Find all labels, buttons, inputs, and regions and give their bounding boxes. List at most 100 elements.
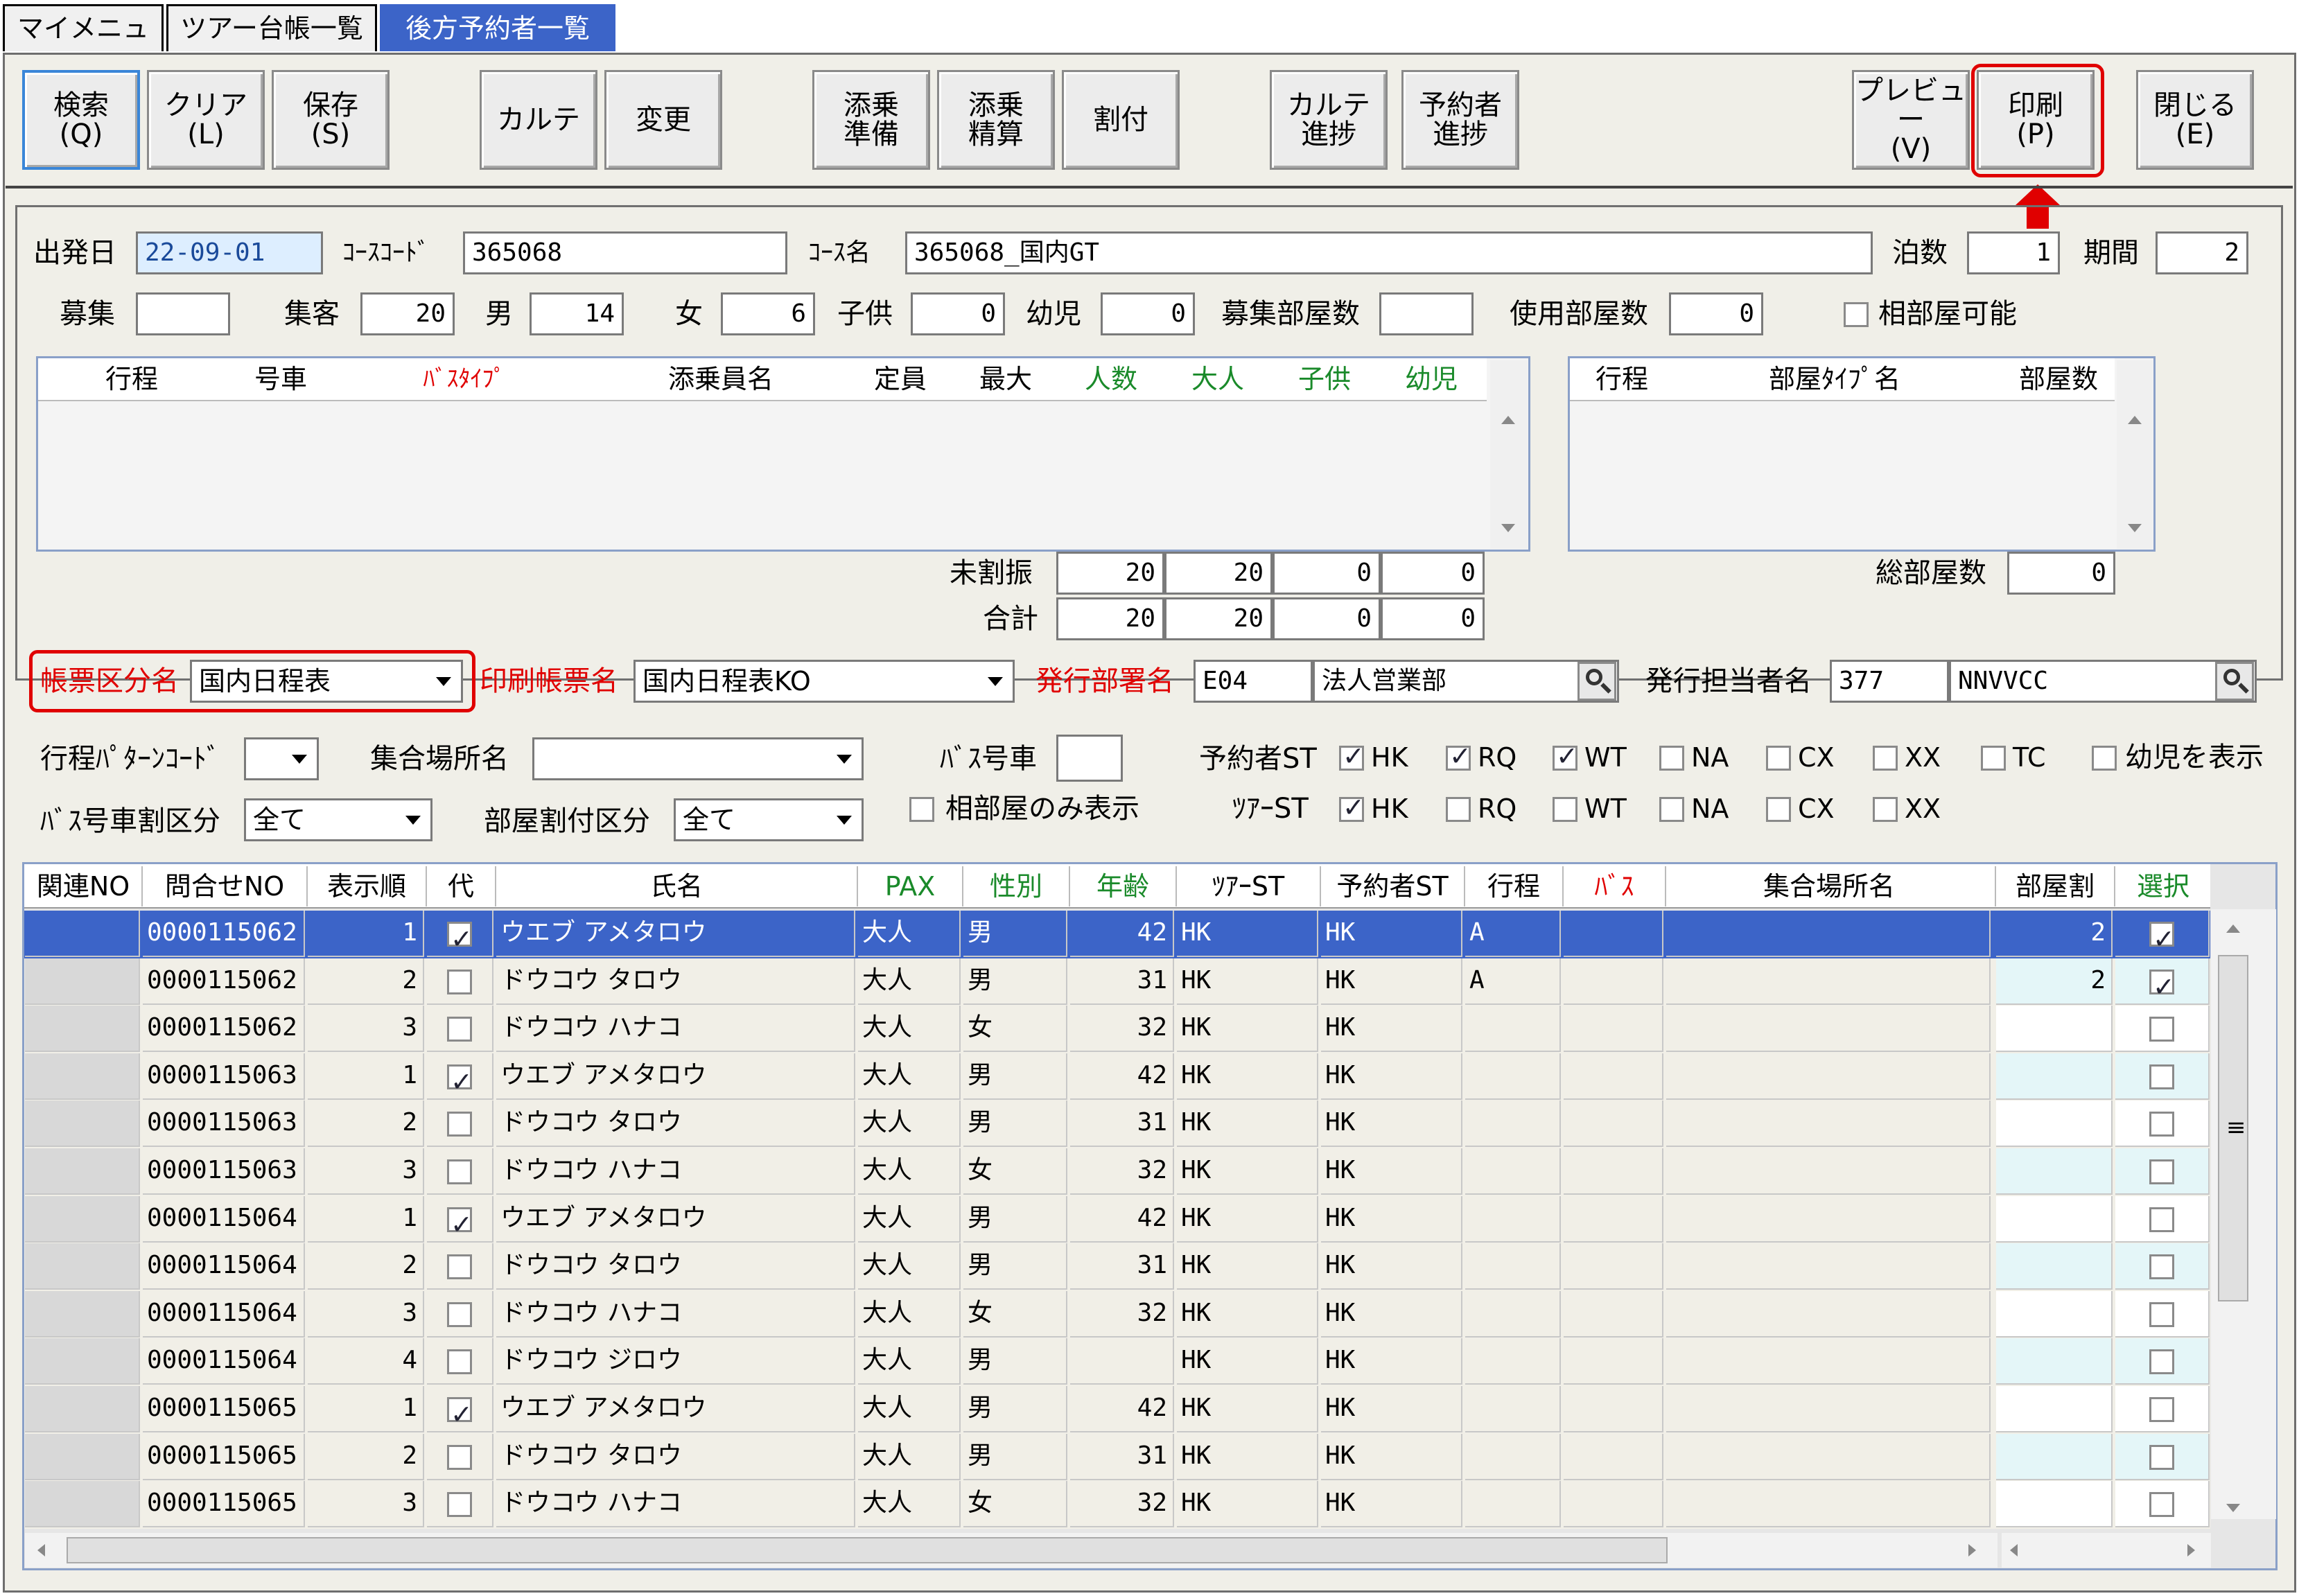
gathered-field[interactable]: 20: [360, 292, 455, 335]
tour-st-checkbox-hk[interactable]: [1339, 792, 1365, 823]
representative-checkbox[interactable]: [447, 1302, 472, 1327]
grid-header-sex[interactable]: 性別: [963, 869, 1069, 904]
booker-st-checkbox-rq[interactable]: [1446, 741, 1471, 771]
tour-st-checkbox-wt[interactable]: [1553, 797, 1577, 822]
grid-cell-room[interactable]: [1996, 1006, 2113, 1052]
grid-cell-rep[interactable]: [427, 958, 493, 1005]
grid-header-select[interactable]: 選択: [2115, 869, 2211, 904]
scroll-right-icon[interactable]: [1968, 1544, 1976, 1556]
select-checkbox[interactable]: [2149, 1112, 2174, 1137]
scroll-down-icon[interactable]: [2226, 1504, 2240, 1512]
grid-cell-select[interactable]: [2115, 1100, 2210, 1147]
select-checkbox[interactable]: [2149, 1254, 2174, 1279]
grid-cell-room[interactable]: [1996, 1434, 2113, 1480]
grid-cell-select[interactable]: [2115, 1053, 2210, 1100]
grid-cell-room[interactable]: [1996, 1386, 2113, 1432]
grid-cell-room[interactable]: 2: [1996, 911, 2113, 957]
tab-my-menu[interactable]: マイメニュー: [3, 4, 164, 88]
used-rooms-field[interactable]: 0: [1669, 292, 1763, 335]
save-button[interactable]: 保存 (S): [272, 70, 390, 170]
grid-cell-rep[interactable]: [427, 1291, 493, 1338]
select-checkbox[interactable]: [2149, 1159, 2174, 1184]
search-icon[interactable]: [2215, 662, 2254, 701]
grid-hscroll-thumb[interactable]: [67, 1537, 1668, 1563]
tour-st-checkbox-na[interactable]: [1659, 797, 1684, 822]
grid-header-inquiry-no[interactable]: 問合せNO: [143, 869, 306, 904]
representative-checkbox[interactable]: [447, 1060, 473, 1098]
booker-st-checkbox-na[interactable]: [1659, 746, 1684, 771]
grid-cell-rep[interactable]: [427, 1148, 493, 1195]
grid-cell-room[interactable]: [1996, 1053, 2113, 1100]
representative-checkbox[interactable]: [447, 1445, 472, 1470]
representative-checkbox[interactable]: [447, 970, 472, 994]
grid-header-bus[interactable]: ﾊﾞｽ: [1564, 869, 1665, 904]
clear-button[interactable]: クリア (L): [147, 70, 265, 170]
booker-st-checkbox-hk[interactable]: [1339, 741, 1365, 771]
representative-checkbox[interactable]: [447, 1492, 472, 1517]
grid-cell-room[interactable]: [1996, 1243, 2113, 1290]
grid-cell-select[interactable]: [2115, 1148, 2210, 1195]
grid-cell-room[interactable]: [1996, 1338, 2113, 1385]
room-split-select[interactable]: 全て: [674, 798, 864, 841]
grid-header-pax[interactable]: PAX: [858, 869, 962, 904]
pattern-code-select[interactable]: [244, 737, 319, 780]
representative-checkbox[interactable]: [447, 1349, 472, 1374]
recruit-field[interactable]: [136, 292, 230, 335]
grid-cell-room[interactable]: [1996, 1196, 2113, 1243]
representative-checkbox[interactable]: [447, 917, 473, 956]
female-field[interactable]: 6: [721, 292, 815, 335]
grid-cell-rep[interactable]: [427, 1006, 493, 1052]
grid-header-age[interactable]: 年齢: [1070, 869, 1175, 904]
select-checkbox[interactable]: [2149, 1397, 2174, 1422]
grid-cell-rep[interactable]: [427, 1338, 493, 1385]
preview-button[interactable]: プレビュー (V): [1852, 70, 1970, 170]
scroll-left-icon[interactable]: [37, 1544, 45, 1556]
grid-cell-select[interactable]: [2115, 1243, 2210, 1290]
shared-only-checkbox[interactable]: [909, 797, 934, 822]
shared-room-checkbox[interactable]: [1844, 302, 1869, 327]
grid-header-booker-st[interactable]: 予約者ST: [1321, 869, 1464, 904]
grid-cell-rep[interactable]: [427, 1434, 493, 1480]
grid-cell-rep[interactable]: [427, 1196, 493, 1243]
room-table-scrollbar[interactable]: [2117, 360, 2153, 549]
grid-cell-rep[interactable]: [427, 1481, 493, 1527]
karte-button[interactable]: カルテ: [480, 70, 597, 170]
grid-cell-select[interactable]: [2115, 1006, 2210, 1052]
booker-st-checkbox-wt[interactable]: [1553, 741, 1578, 771]
select-checkbox[interactable]: [2149, 1017, 2174, 1042]
scroll-down-icon[interactable]: [2128, 524, 2142, 532]
tour-st-checkbox-rq[interactable]: [1446, 797, 1471, 822]
grid-cell-rep[interactable]: [427, 1100, 493, 1147]
grid-cell-room[interactable]: [1996, 1100, 2113, 1147]
grid-header-tour-st[interactable]: ﾂｱｰST: [1177, 869, 1320, 904]
grid-cell-room[interactable]: [1996, 1148, 2113, 1195]
grid-cell-rep[interactable]: [427, 911, 493, 957]
grid-header-course[interactable]: 行程: [1465, 869, 1562, 904]
search-button[interactable]: 検索 (Q): [22, 70, 140, 170]
infant-field[interactable]: 0: [1101, 292, 1195, 335]
bus-table-scrollbar[interactable]: [1490, 360, 1528, 549]
departure-date-field[interactable]: 22-09-01: [136, 231, 323, 274]
tab-back-bookers[interactable]: 後方予約者一覧: [380, 4, 615, 51]
tab-tour-ledger[interactable]: ツアー台帳一覧: [166, 4, 377, 51]
grid-header-room-assign[interactable]: 部屋割: [1996, 869, 2114, 904]
booker-st-checkbox-xx[interactable]: [1873, 746, 1898, 771]
grid-header-representative[interactable]: 代: [427, 869, 495, 904]
period-field[interactable]: 2: [2156, 231, 2248, 274]
representative-checkbox[interactable]: [447, 1112, 472, 1137]
representative-checkbox[interactable]: [447, 1017, 472, 1042]
booker-st-checkbox-cx[interactable]: [1766, 746, 1791, 771]
representative-checkbox[interactable]: [447, 1254, 472, 1279]
tour-st-checkbox-xx[interactable]: [1873, 797, 1898, 822]
grid-cell-select[interactable]: [2115, 1291, 2210, 1338]
grid-cell-rep[interactable]: [427, 1243, 493, 1290]
scroll-up-icon[interactable]: [1501, 416, 1515, 424]
waritsuke-button[interactable]: 割付: [1062, 70, 1180, 170]
representative-checkbox[interactable]: [447, 1159, 472, 1184]
grid-cell-select[interactable]: [2115, 1434, 2210, 1480]
grid-header-name[interactable]: 氏名: [496, 869, 857, 904]
select-checkbox[interactable]: [2149, 1302, 2174, 1327]
male-field[interactable]: 14: [530, 292, 624, 335]
select-checkbox[interactable]: [2149, 1207, 2174, 1232]
scroll-left-icon[interactable]: [2010, 1544, 2018, 1556]
